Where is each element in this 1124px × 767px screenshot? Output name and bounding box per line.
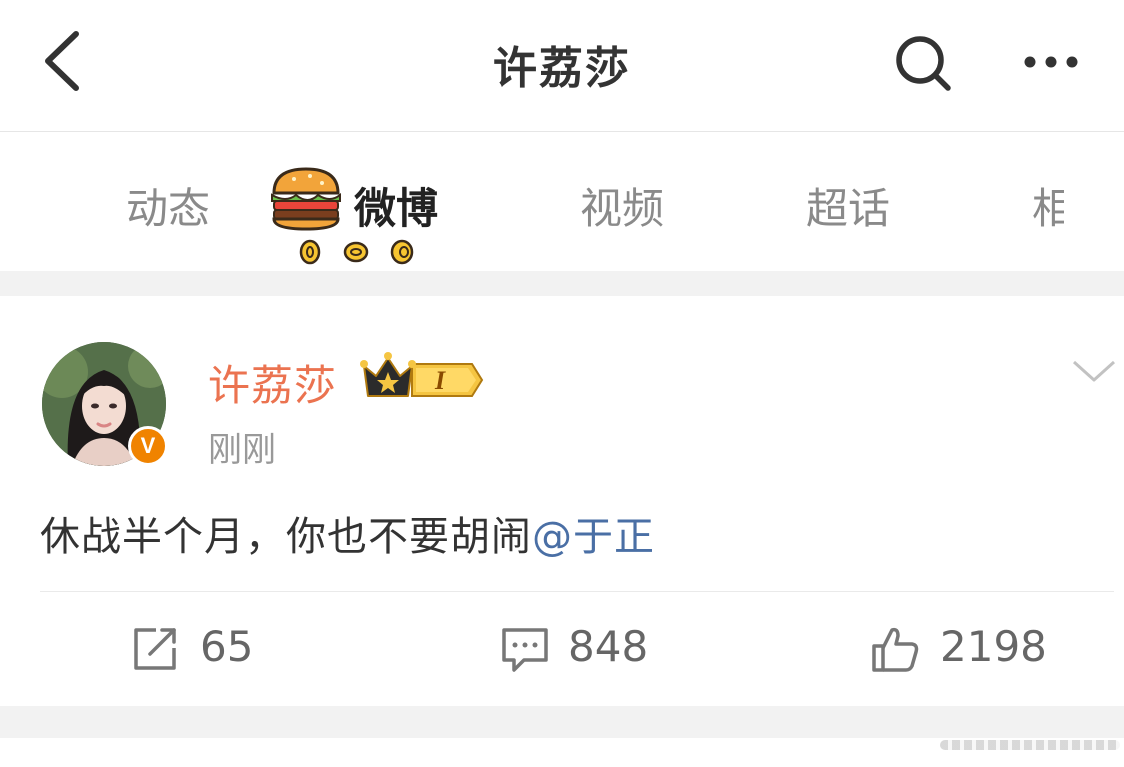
divider — [40, 591, 1114, 592]
tab-video[interactable]: 视频 — [580, 175, 664, 236]
section-separator — [0, 706, 1124, 738]
vip-crown-badge: I — [360, 352, 484, 397]
post-menu-button[interactable] — [1070, 356, 1118, 386]
section-separator — [0, 271, 1124, 296]
top-bar: 许荔莎 — [0, 0, 1124, 132]
repost-button[interactable]: 65 — [130, 618, 270, 678]
like-count: 2198 — [940, 622, 1047, 671]
post-username[interactable]: 许荔莎 — [208, 352, 337, 413]
tab-album[interactable]: 相 — [1032, 175, 1064, 236]
verified-badge: V — [128, 426, 168, 466]
thumbs-up-icon — [872, 627, 919, 672]
comment-icon — [502, 628, 548, 672]
repost-count: 65 — [200, 622, 254, 671]
comment-button[interactable]: 848 — [500, 618, 660, 678]
post-card: V 许荔莎 I 刚刚 休战半个月，你也不要胡闹@于正 65 848 2198 — [0, 296, 1124, 706]
more-icon — [1024, 56, 1078, 68]
search-icon — [896, 36, 951, 91]
search-button[interactable] — [890, 30, 956, 96]
tab-weibo[interactable]: 微博 — [354, 175, 438, 236]
like-button[interactable]: 2198 — [870, 618, 1060, 678]
coins-icon — [299, 239, 414, 265]
post-timestamp: 刚刚 — [208, 430, 276, 470]
profile-tabs: 动态 微博 视频 超话 相 — [0, 133, 1124, 271]
post-content: 休战半个月，你也不要胡闹@于正 — [40, 504, 655, 562]
mention-link[interactable]: @于正 — [532, 514, 655, 560]
watermark-strip — [940, 740, 1120, 750]
burger-icon — [271, 167, 341, 231]
tab-dynamic[interactable]: 动态 — [126, 175, 210, 236]
more-options-button[interactable] — [1018, 40, 1084, 84]
tab-supertopic[interactable]: 超话 — [806, 175, 890, 236]
comment-count: 848 — [568, 622, 649, 671]
chevron-down-icon — [1072, 360, 1116, 382]
badge-level-text: I — [434, 366, 446, 395]
post-text: 休战半个月，你也不要胡闹 — [40, 514, 532, 560]
repost-icon — [134, 628, 176, 670]
